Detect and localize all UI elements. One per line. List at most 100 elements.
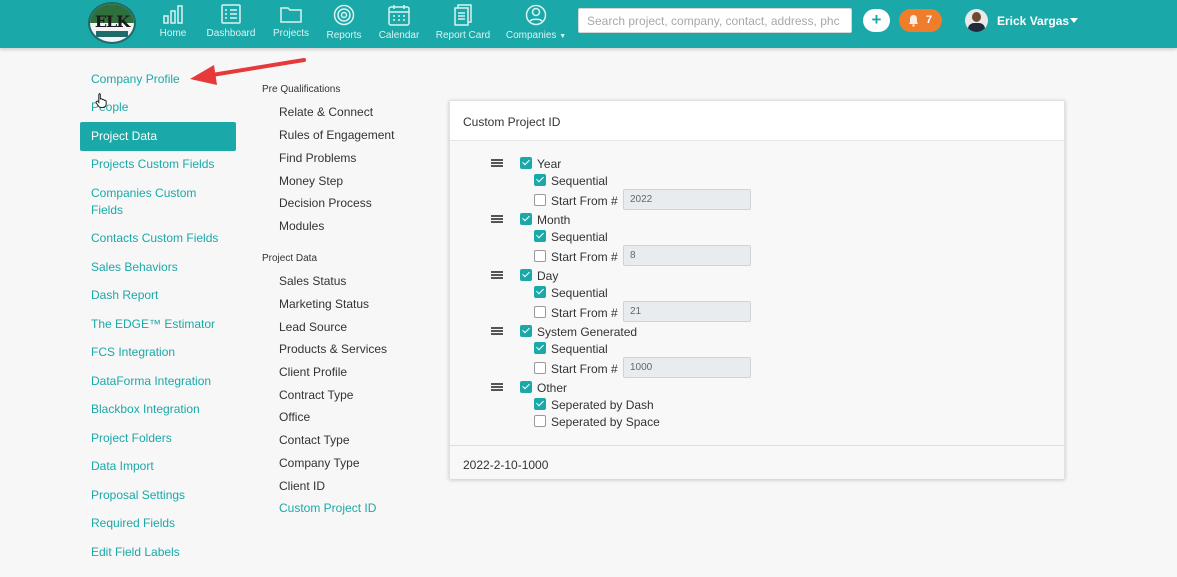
submenu-item-products-services[interactable]: Products & Services [279, 342, 387, 356]
sidebar-item-project-data[interactable]: Project Data [80, 122, 236, 151]
day-label: Day [537, 269, 559, 283]
month-start-from-input[interactable] [623, 245, 751, 266]
day-start-from-label: Start From # [551, 306, 618, 320]
submenu-item-relate-connect[interactable]: Relate & Connect [279, 105, 373, 119]
sidebar-item-required-fields[interactable]: Required Fields [80, 515, 236, 532]
sidebar-item-data-import[interactable]: Data Import [80, 458, 236, 475]
card-title: Custom Project ID [463, 115, 561, 129]
other-checkbox[interactable] [520, 381, 532, 393]
month-checkbox[interactable] [520, 213, 532, 225]
sidebar-item-project-folders[interactable]: Project Folders [80, 430, 236, 447]
system-generated-checkbox[interactable] [520, 325, 532, 337]
folder-icon [280, 7, 302, 23]
sidebar-item-companies-custom-fields[interactable]: Companies Custom Fields [80, 185, 210, 219]
nav-report-card[interactable]: Report Card [433, 4, 493, 44]
nav-companies-label: Companies ▼ [505, 30, 567, 41]
top-navbar: ELK Home Dashboard Projects Reports Cale… [0, 0, 1177, 48]
notifications-button[interactable]: 7 [899, 9, 942, 32]
separated-by-space-label: Seperated by Space [551, 415, 660, 429]
calendar-icon [388, 5, 410, 26]
day-start-from-checkbox[interactable] [534, 306, 546, 318]
year-start-from-input[interactable] [623, 189, 751, 210]
sidebar-item-projects-custom-fields[interactable]: Projects Custom Fields [80, 156, 236, 173]
day-start-from-input[interactable] [623, 301, 751, 322]
user-name[interactable]: Erick Vargas [997, 14, 1069, 28]
nav-calendar[interactable]: Calendar [377, 4, 421, 44]
submenu-item-client-id[interactable]: Client ID [279, 479, 325, 493]
separated-by-dash-checkbox[interactable] [534, 398, 546, 410]
year-sequential-checkbox[interactable] [534, 174, 546, 186]
chevron-down-icon: ▼ [559, 33, 567, 40]
elk-logo[interactable]: ELK [88, 2, 136, 44]
day-checkbox[interactable] [520, 269, 532, 281]
user-circle-icon [525, 4, 547, 26]
user-menu-caret-icon[interactable] [1070, 18, 1078, 23]
submenu-item-company-type[interactable]: Company Type [279, 456, 360, 470]
day-sequential-checkbox[interactable] [534, 286, 546, 298]
submenu-item-custom-project-id[interactable]: Custom Project ID [279, 501, 376, 515]
sidebar-item-contacts-custom-fields[interactable]: Contacts Custom Fields [80, 230, 236, 247]
submenu-item-money-step[interactable]: Money Step [279, 174, 343, 188]
sidebar-item-blackbox-integration[interactable]: Blackbox Integration [80, 401, 236, 418]
sidebar-item-sales-behaviors[interactable]: Sales Behaviors [80, 259, 236, 276]
year-start-from-checkbox[interactable] [534, 194, 546, 206]
avatar[interactable] [965, 9, 988, 32]
submenu-item-rules-of-engagement[interactable]: Rules of Engagement [279, 128, 394, 142]
other-label: Other [537, 381, 568, 395]
year-start-from-label: Start From # [551, 194, 618, 208]
submenu-item-lead-source[interactable]: Lead Source [279, 320, 347, 334]
sidebar-item-edge-estimator[interactable]: The EDGE™ Estimator [80, 316, 236, 333]
nav-home[interactable]: Home [158, 4, 188, 44]
system-generated-label: System Generated [537, 325, 638, 339]
system-generated-start-from-checkbox[interactable] [534, 362, 546, 374]
drag-handle-icon[interactable] [491, 383, 503, 392]
submenu-item-modules[interactable]: Modules [279, 219, 324, 233]
month-sequential-checkbox[interactable] [534, 230, 546, 242]
nav-calendar-label: Calendar [378, 30, 420, 41]
month-start-from-checkbox[interactable] [534, 250, 546, 262]
system-generated-sequential-checkbox[interactable] [534, 342, 546, 354]
sidebar-item-company-profile[interactable]: Company Profile [80, 71, 236, 88]
nav-projects[interactable]: Projects [271, 4, 311, 44]
notification-count: 7 [926, 14, 933, 26]
submenu-item-marketing-status[interactable]: Marketing Status [279, 297, 369, 311]
search-input[interactable] [578, 8, 852, 33]
month-label: Month [537, 213, 571, 227]
nav-dashboard[interactable]: Dashboard [203, 4, 259, 44]
project-id-preview: 2022-2-10-1000 [463, 458, 549, 472]
sidebar-item-dash-report[interactable]: Dash Report [80, 287, 236, 304]
documents-icon [454, 4, 472, 26]
nav-companies[interactable]: Companies ▼ [505, 4, 567, 44]
drag-handle-icon[interactable] [491, 215, 503, 224]
submenu-item-office[interactable]: Office [279, 410, 310, 424]
target-icon [333, 4, 355, 26]
nav-projects-label: Projects [272, 28, 310, 39]
bell-icon [909, 15, 918, 27]
submenu-item-contact-type[interactable]: Contact Type [279, 433, 350, 447]
sidebar-item-proposal-settings[interactable]: Proposal Settings [80, 487, 236, 504]
submenu-item-client-profile[interactable]: Client Profile [279, 365, 347, 379]
submenu-item-find-problems[interactable]: Find Problems [279, 151, 356, 165]
nav-home-label: Home [159, 28, 187, 39]
sidebar-item-fcs-integration[interactable]: FCS Integration [80, 344, 236, 361]
month-start-from-label: Start From # [551, 250, 618, 264]
drag-handle-icon[interactable] [491, 327, 503, 336]
submenu-item-decision-process[interactable]: Decision Process [279, 196, 372, 210]
system-generated-start-from-input[interactable] [623, 357, 751, 378]
drag-handle-icon[interactable] [491, 271, 503, 280]
submenu-item-contract-type[interactable]: Contract Type [279, 388, 353, 402]
sidebar-item-edit-field-labels[interactable]: Edit Field Labels [80, 544, 236, 561]
drag-handle-icon[interactable] [491, 159, 503, 168]
year-sequential-label: Sequential [551, 174, 608, 188]
nav-dashboard-label: Dashboard [206, 28, 256, 39]
system-generated-sequential-label: Sequential [551, 342, 608, 356]
add-button[interactable]: + [863, 9, 890, 32]
nav-reports[interactable]: Reports [324, 4, 364, 44]
sidebar-item-dataforma-integration[interactable]: DataForma Integration [80, 373, 236, 390]
year-label: Year [537, 157, 562, 171]
year-checkbox[interactable] [520, 157, 532, 169]
bar-chart-icon [163, 5, 183, 24]
day-sequential-label: Sequential [551, 286, 608, 300]
separated-by-space-checkbox[interactable] [534, 415, 546, 427]
submenu-item-sales-status[interactable]: Sales Status [279, 274, 346, 288]
